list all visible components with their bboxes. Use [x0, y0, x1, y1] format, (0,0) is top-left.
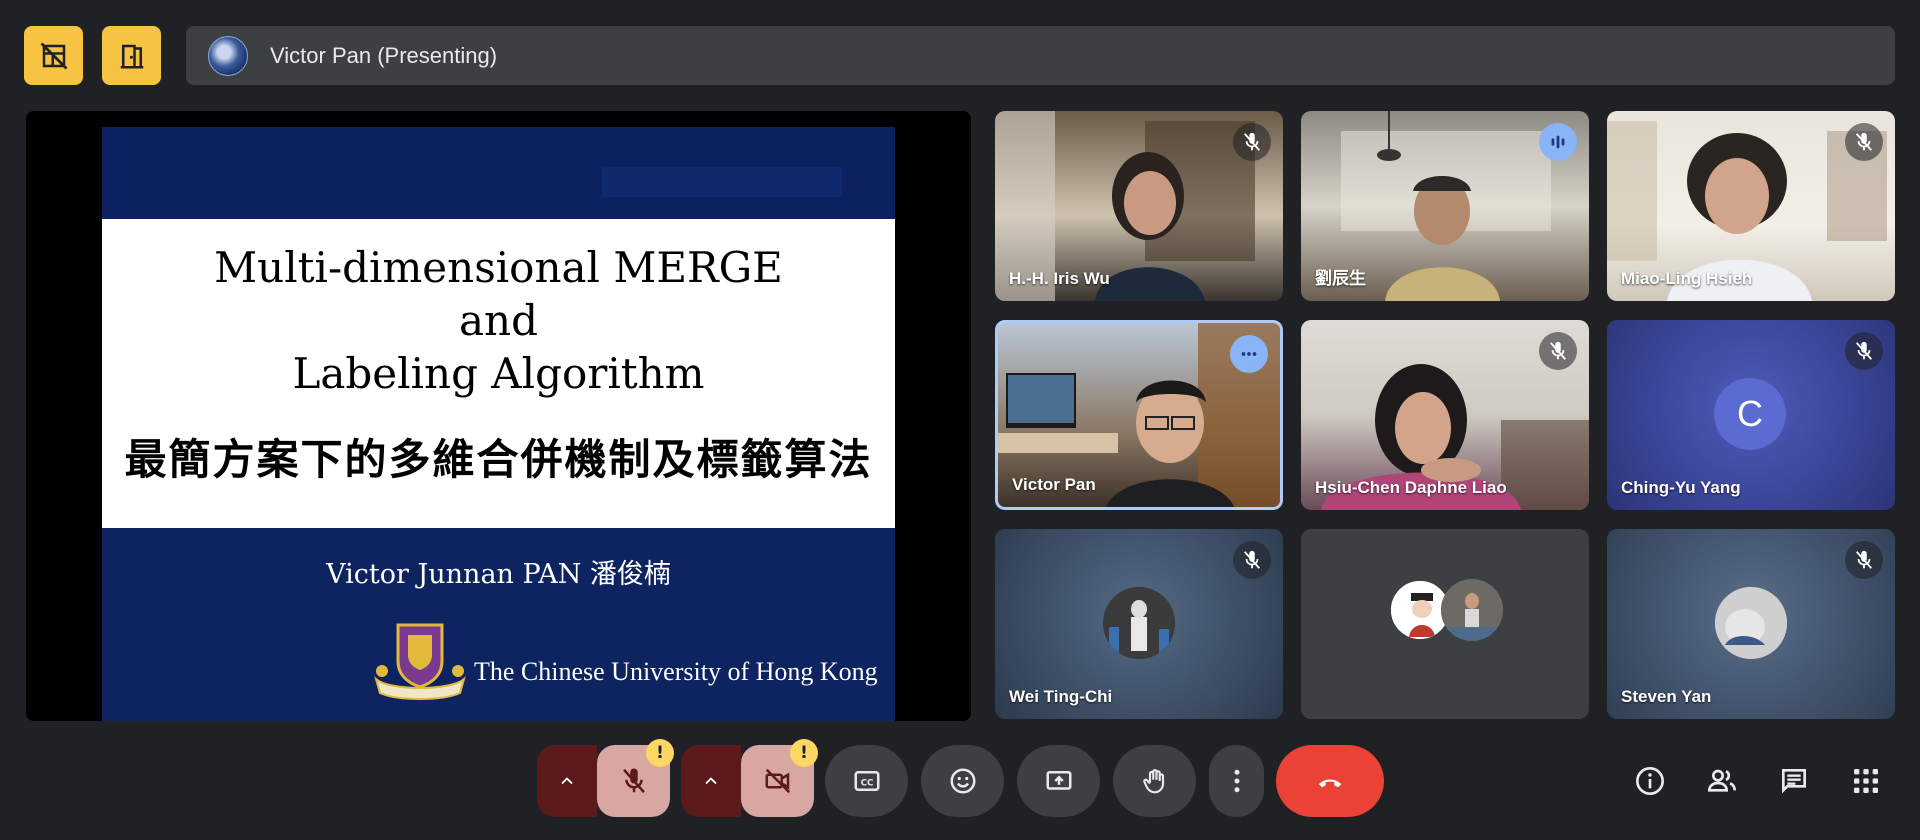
chat-button[interactable] [1772, 759, 1816, 803]
participant-tile-self[interactable]: Victor Pan [995, 320, 1283, 510]
mic-off-icon [1549, 341, 1567, 360]
participant-name: 劉辰生 [1315, 269, 1366, 288]
raise-hand-icon [1142, 769, 1164, 794]
participant-name: Miao-Ling Hsieh [1621, 269, 1753, 288]
mic-muted-indicator [1539, 332, 1577, 370]
people-button[interactable] [1700, 759, 1744, 803]
university-crest-logo [374, 623, 466, 700]
avatar [1441, 579, 1503, 641]
raise-hand-button[interactable] [1113, 745, 1196, 817]
slide-author: Victor Junnan PAN 潘俊楠 [326, 559, 671, 590]
mic-muted-indicator [1845, 541, 1883, 579]
people-icon [1707, 769, 1736, 792]
slide-chinese-title: 最簡方案下的多維合併機制及標籤算法 [124, 435, 873, 484]
participant-name: Wei Ting-Chi [1009, 687, 1113, 706]
participant-name: Victor Pan [1012, 475, 1096, 494]
audio-levels-icon [1551, 135, 1565, 149]
avatar [1103, 587, 1175, 659]
slide-header-band [102, 127, 895, 219]
top-bar: Victor Pan (Presenting) [0, 0, 1920, 110]
info-icon [1636, 767, 1664, 795]
audio-options-button[interactable] [537, 745, 597, 817]
slide-university: The Chinese University of Hong Kong [474, 657, 878, 686]
participant-name: Ching-Yu Yang [1621, 478, 1741, 497]
participant-name: Hsiu-Chen Daphne Liao [1315, 478, 1507, 497]
more-options-button[interactable] [1209, 745, 1264, 817]
participant-tile[interactable]: Wei Ting-Chi [995, 529, 1283, 719]
avatar-photo [1441, 579, 1503, 641]
chat-icon [1782, 769, 1806, 794]
mic-muted-indicator [1233, 123, 1271, 161]
mic-off-icon [1243, 132, 1261, 151]
leave-room-button[interactable] [102, 26, 161, 85]
meeting-details-button[interactable] [1628, 759, 1672, 803]
presentation-slide: Multi-dimensional MERGE and Labeling Alg… [102, 127, 895, 721]
layout-off-button[interactable] [24, 26, 83, 85]
present-screen-icon [1046, 771, 1071, 790]
avatar [1715, 587, 1787, 659]
participant-tile[interactable]: 劉辰生 [1301, 111, 1589, 301]
mic-off-icon [1855, 550, 1873, 569]
participant-tile[interactable]: Miao-Ling Hsieh [1607, 111, 1895, 301]
participant-tile[interactable]: C Ching-Yu Yang [1607, 320, 1895, 510]
emoji-icon [950, 768, 975, 794]
participant-name: H.-H. Iris Wu [1009, 269, 1110, 288]
more-options-button[interactable] [1230, 335, 1268, 373]
present-screen-button[interactable] [1017, 745, 1100, 817]
avatar-photo [1103, 587, 1175, 659]
avatar-photo [1715, 587, 1787, 659]
chevron-up-icon [705, 777, 717, 785]
avatar: C [1714, 378, 1786, 450]
mic-off-icon [1855, 341, 1873, 360]
call-controls-bar: ! ! CC [0, 739, 1920, 840]
activities-icon [1854, 769, 1878, 793]
camera-warning-badge: ! [790, 739, 818, 767]
presenting-label: Victor Pan (Presenting) [270, 42, 498, 68]
mic-warning-badge: ! [646, 739, 674, 767]
speaking-indicator [1539, 123, 1577, 161]
video-options-button[interactable] [681, 745, 741, 817]
activities-button[interactable] [1844, 759, 1888, 803]
reactions-button[interactable] [921, 745, 1004, 817]
mic-off-icon [622, 768, 645, 794]
presenting-banner[interactable]: Victor Pan (Presenting) [186, 26, 1895, 85]
more-horizontal-icon [1241, 352, 1257, 356]
mic-muted-indicator [1233, 541, 1271, 579]
more-vertical-icon [1234, 769, 1239, 793]
captions-icon: CC [854, 771, 879, 791]
participant-name: Steven Yan [1621, 687, 1712, 706]
chevron-up-icon [561, 777, 573, 785]
slide-title-block: Multi-dimensional MERGE and Labeling Alg… [102, 219, 895, 528]
participant-tile[interactable]: H.-H. Iris Wu [995, 111, 1283, 301]
svg-text:CC: CC [860, 778, 873, 788]
mic-off-icon [1243, 550, 1261, 569]
slide-title: Multi-dimensional MERGE and Labeling Alg… [214, 243, 783, 398]
camera-off-icon [765, 768, 790, 794]
mic-off-icon [1855, 132, 1873, 151]
mic-muted-indicator [1845, 332, 1883, 370]
end-call-icon [1318, 779, 1342, 788]
leave-call-button[interactable] [1276, 745, 1384, 817]
presenter-avatar [208, 35, 248, 76]
door-exit-icon [120, 44, 143, 68]
presentation-stage[interactable]: Multi-dimensional MERGE and Labeling Alg… [26, 111, 971, 721]
layout-off-icon [40, 42, 67, 69]
captions-button[interactable]: CC [825, 745, 908, 817]
mic-muted-indicator [1845, 123, 1883, 161]
participant-tile[interactable]: Hsiu-Chen Daphne Liao [1301, 320, 1589, 510]
participant-tile[interactable]: Steven Yan [1607, 529, 1895, 719]
others-group-tile[interactable] [1301, 529, 1589, 719]
